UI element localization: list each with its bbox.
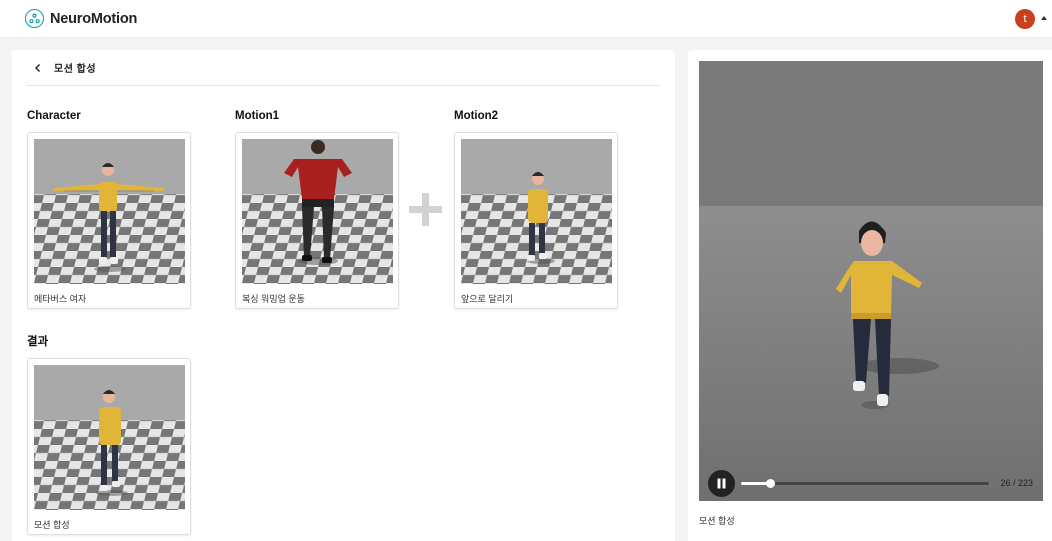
card-caption: 모션 합성	[34, 520, 70, 530]
section-label-motion2: Motion2	[454, 110, 499, 122]
pause-icon	[717, 478, 726, 489]
result-thumbnail	[34, 365, 185, 510]
section-label-motion1: Motion1	[235, 110, 280, 122]
viewer-panel: 26 / 223 모션 합성	[688, 50, 1052, 541]
motion2-thumbnail	[461, 139, 612, 284]
motion-synthesis-panel: 모션 합성 Character Motion1 Motion2 결과 메타버스 …	[12, 50, 675, 541]
section-label-character: Character	[27, 110, 81, 122]
app-name: NeuroMotion	[50, 10, 138, 27]
timeline-handle[interactable]	[765, 479, 775, 488]
timeline-slider[interactable]	[741, 479, 989, 488]
card-caption: 메타버스 여자	[34, 294, 87, 304]
pause-button[interactable]	[708, 470, 735, 497]
motion2-card[interactable]: 앞으로 달리기	[454, 132, 618, 309]
card-caption: 복싱 워밍업 운동	[242, 294, 305, 304]
chevron-left-icon	[35, 63, 40, 72]
page-title: 모션 합성	[54, 64, 97, 75]
scene-render	[699, 61, 1043, 501]
card-caption: 앞으로 달리기	[461, 294, 514, 304]
character-card[interactable]: 메타버스 여자	[27, 132, 191, 309]
back-button[interactable]	[29, 59, 47, 77]
neuromotion-logo-icon	[25, 9, 44, 28]
section-label-result: 결과	[27, 336, 49, 348]
top-bar: NeuroMotion t	[0, 0, 1052, 38]
frame-counter: 26 / 223	[1000, 478, 1033, 488]
page-header: 모션 합성	[26, 50, 660, 86]
result-card[interactable]: 모션 합성	[27, 358, 191, 535]
app-logo[interactable]: NeuroMotion	[25, 9, 137, 28]
motion1-card[interactable]: 복싱 워밍업 운동	[235, 132, 399, 309]
viewer-caption: 모션 합성	[699, 516, 735, 526]
motion1-thumbnail	[242, 139, 393, 284]
caret-up-icon[interactable]	[1041, 16, 1047, 20]
plus-icon	[409, 193, 442, 226]
3d-viewport[interactable]: 26 / 223	[699, 61, 1043, 501]
character-thumbnail	[34, 139, 185, 284]
user-avatar[interactable]: t	[1015, 9, 1035, 29]
player-controls: 26 / 223	[699, 466, 1043, 501]
